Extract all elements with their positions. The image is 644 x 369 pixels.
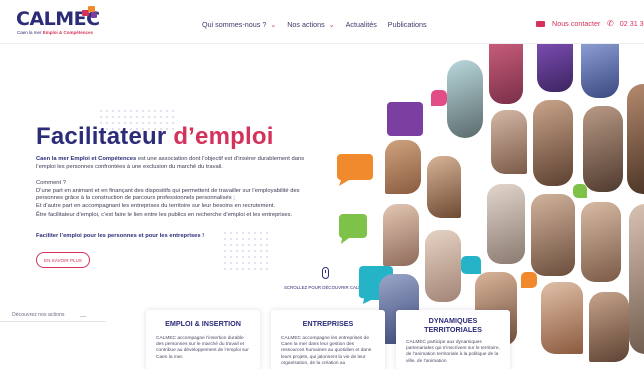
nav-item-qui-sommes-nous[interactable]: Qui sommes-nous ? ⌄: [202, 20, 276, 29]
nav-item-nos-actions[interactable]: Nos actions ⌄: [287, 20, 334, 29]
discover-actions-tab[interactable]: Découvrez nos actions: [0, 312, 106, 322]
card-title: DYNAMIQUES TERRITORIALES: [424, 316, 482, 334]
portrait-photo: [533, 100, 573, 186]
logo-tagline: Caen la mer Emploi & Compétences: [17, 30, 94, 35]
contact-label: Nous contacter: [552, 19, 601, 28]
contact-link[interactable]: Nous contacter: [536, 19, 600, 28]
bubble-teal-small: [461, 256, 481, 274]
portrait-photo: [583, 106, 623, 192]
card-title: ENTREPRISES: [302, 319, 354, 328]
bubble-pink: [431, 90, 447, 106]
card-dynamiques-territoriales[interactable]: DYNAMIQUES TERRITORIALES CALMEC participe…: [396, 310, 510, 369]
calmec-logo[interactable]: CALMEC Caen la mer Emploi & Compétences: [16, 6, 116, 39]
page: CALMEC Caen la mer Emploi & Compétences …: [0, 0, 644, 369]
portrait-photo: [629, 204, 644, 354]
portrait-photo: [541, 282, 583, 354]
portrait-photo: [489, 44, 523, 104]
portrait-photo: [531, 194, 575, 276]
hero-intro: Caen la mer Emploi et Compétences est un…: [36, 156, 305, 170]
card-text: CALMEC accompagne les entreprises de Cae…: [281, 336, 372, 366]
portrait-photo: [581, 44, 619, 98]
logo-mark-icon: [82, 6, 97, 18]
bubble-orange: [335, 152, 373, 186]
bubble-green: [339, 214, 367, 244]
hero-title: Facilitateur d’emploi: [36, 123, 274, 150]
bubble-orange-small: [521, 272, 537, 288]
nav-label: Publications: [387, 20, 427, 29]
card-entreprises[interactable]: ENTREPRISES CALMEC accompagne les entrep…: [271, 310, 385, 369]
portrait-photo: [427, 156, 461, 218]
chevron-down-icon: ⌄: [328, 21, 335, 29]
nav-item-actualites[interactable]: Actualités: [346, 20, 377, 29]
card-emploi-insertion[interactable]: EMPLOI & INSERTION CALMEC accompagne l’i…: [146, 310, 260, 369]
card-text: CALMEC participe aux dynamiques partenar…: [406, 340, 500, 364]
card-text: CALMEC accompagne l’insertion durable de…: [156, 336, 249, 360]
mail-icon: [536, 20, 545, 27]
portrait-photo: [383, 204, 419, 266]
mouse-icon: [322, 267, 329, 279]
hero-facilitator: Être facilitateur d’emploi, c’est faire …: [36, 212, 293, 218]
portrait-photo: [385, 140, 421, 194]
nav-item-publications[interactable]: Publications: [388, 20, 427, 29]
bubble-green-small: [573, 184, 587, 198]
nav-label: Actualités: [345, 20, 377, 29]
chevron-down-icon: ⌄: [270, 21, 277, 29]
portrait-photo: [447, 60, 483, 138]
portrait-photo: [491, 110, 527, 174]
portrait-photo: [589, 292, 629, 362]
portrait-photo: [487, 184, 525, 264]
portrait-photo: [581, 202, 621, 282]
portrait-photo: [537, 44, 573, 92]
bubble-purple: [387, 102, 423, 138]
learn-more-button[interactable]: EN SAVOIR PLUS: [36, 252, 90, 268]
card-title: EMPLOI & INSERTION: [165, 319, 241, 328]
nav-label: Nos actions: [287, 20, 325, 29]
phone-number: 02 31 3: [619, 19, 644, 28]
site-header: CALMEC Caen la mer Emploi & Compétences …: [0, 0, 644, 44]
hero-tagline: Faciliter l’emploi pour les personnes et…: [36, 233, 205, 239]
phone-link[interactable]: ✆ 02 31 3: [607, 19, 644, 28]
phone-icon: ✆: [607, 19, 614, 28]
hero-how: Comment ? D’une part en animant et en fi…: [36, 180, 300, 209]
portrait-photo: [627, 84, 644, 194]
portrait-photo: [425, 230, 461, 302]
nav-label: Qui sommes-nous ?: [202, 20, 267, 29]
main-nav: Qui sommes-nous ? ⌄ Nos actions ⌄ Actual…: [202, 20, 438, 29]
